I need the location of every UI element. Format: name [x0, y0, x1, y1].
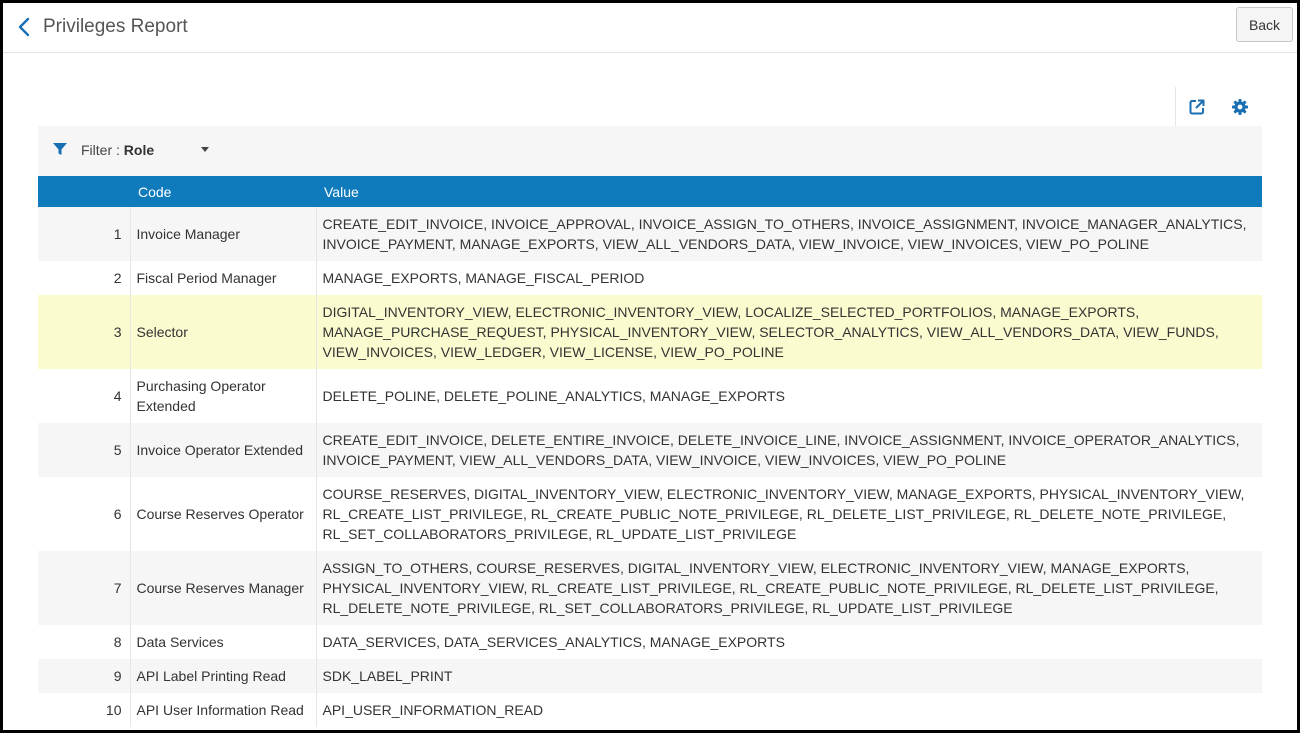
table-row[interactable]: 6 Course Reserves Operator COURSE_RESERVES…	[38, 477, 1262, 551]
row-value: CREATE_EDIT_INVOICE, INVOICE_APPROVAL, I…	[316, 207, 1262, 261]
row-index: 7	[38, 551, 131, 625]
table-body: 1 Invoice Manager CREATE_EDIT_INVOICE, INV…	[38, 207, 1262, 727]
funnel-icon	[53, 143, 67, 155]
column-header-value[interactable]: Value	[316, 176, 1262, 207]
row-index: 9	[38, 659, 131, 693]
row-index: 2	[38, 261, 131, 295]
filter-value: Role	[123, 142, 155, 158]
table-row[interactable]: 8 Data Services DATA_SERVICES, DATA_SERVIC…	[38, 625, 1262, 659]
row-value: DELETE_POLINE, DELETE_POLINE_ANALYTICS, …	[316, 369, 1262, 423]
privileges-table: Code Value 1 Invoice Manager CREATE_EDIT_I…	[38, 176, 1262, 727]
gear-icon[interactable]	[1231, 98, 1249, 116]
chevron-left-icon[interactable]	[13, 15, 37, 39]
row-code: Course Reserves Manager	[130, 551, 317, 625]
row-value: ASSIGN_TO_OTHERS, COURSE_RESERVES, DIGIT…	[316, 551, 1262, 625]
row-value: DIGITAL_INVENTORY_VIEW, ELECTRONIC_INVEN…	[316, 295, 1262, 369]
row-value: SDK_LABEL_PRINT	[316, 659, 1262, 693]
column-header-code[interactable]: Code	[130, 176, 316, 207]
filter-prefix: Filter :	[81, 142, 120, 158]
row-index: 5	[38, 423, 131, 477]
table-row[interactable]: 7 Course Reserves Manager ASSIGN_TO_OTHERS…	[38, 551, 1262, 625]
table-row[interactable]: 2 Fiscal Period Manager MANAGE_EXPORTS, MA…	[38, 261, 1262, 295]
table-row[interactable]: 5 Invoice Operator Extended CREATE_EDIT_IN…	[38, 423, 1262, 477]
table-row[interactable]: 9 API Label Printing Read SDK_LABEL_PRINT	[38, 659, 1262, 693]
row-index: 10	[38, 693, 131, 727]
row-value: API_USER_INFORMATION_READ	[316, 693, 1262, 727]
table-row[interactable]: 4 Purchasing Operator Extended DELETE_POLI…	[38, 369, 1262, 423]
row-code: Course Reserves Operator	[130, 477, 317, 551]
table-row[interactable]: 3 Selector DIGITAL_INVENTORY_VIEW, ELECTRO…	[38, 295, 1262, 369]
row-value: MANAGE_EXPORTS, MANAGE_FISCAL_PERIOD	[316, 261, 1262, 295]
table-row[interactable]: 10 API User Information Read API_USER_INFO…	[38, 693, 1262, 727]
row-code: Purchasing Operator Extended	[130, 369, 317, 423]
row-index: 6	[38, 477, 131, 551]
row-code: API Label Printing Read	[130, 659, 317, 693]
column-header-index	[38, 176, 130, 207]
table-toolbar	[1175, 87, 1248, 127]
row-index: 8	[38, 625, 131, 659]
row-index: 4	[38, 369, 131, 423]
row-value: CREATE_EDIT_INVOICE, DELETE_ENTIRE_INVOI…	[316, 423, 1262, 477]
row-index: 1	[38, 207, 131, 261]
row-value: COURSE_RESERVES, DIGITAL_INVENTORY_VIEW,…	[316, 477, 1262, 551]
back-button[interactable]: Back	[1236, 7, 1293, 42]
table-row[interactable]: 1 Invoice Manager CREATE_EDIT_INVOICE, INV…	[38, 207, 1262, 261]
external-link-icon[interactable]	[1188, 98, 1206, 116]
page-header: Privileges Report Back	[3, 3, 1297, 53]
caret-down-icon[interactable]	[201, 147, 209, 152]
row-code: Data Services	[130, 625, 317, 659]
page-title: Privileges Report	[43, 16, 188, 37]
row-code: Invoice Operator Extended	[130, 423, 317, 477]
app-window: Privileges Report Back Filter : Role Cod…	[0, 0, 1300, 733]
row-code: Invoice Manager	[130, 207, 317, 261]
filter-dropdown[interactable]: Filter : Role	[81, 142, 154, 158]
table-header-row: Code Value	[38, 176, 1262, 207]
row-value: DATA_SERVICES, DATA_SERVICES_ANALYTICS, …	[316, 625, 1262, 659]
row-code: Fiscal Period Manager	[130, 261, 317, 295]
row-code: API User Information Read	[130, 693, 317, 727]
filter-bar: Filter : Role	[38, 126, 1262, 176]
row-index: 3	[38, 295, 131, 369]
row-code: Selector	[130, 295, 317, 369]
